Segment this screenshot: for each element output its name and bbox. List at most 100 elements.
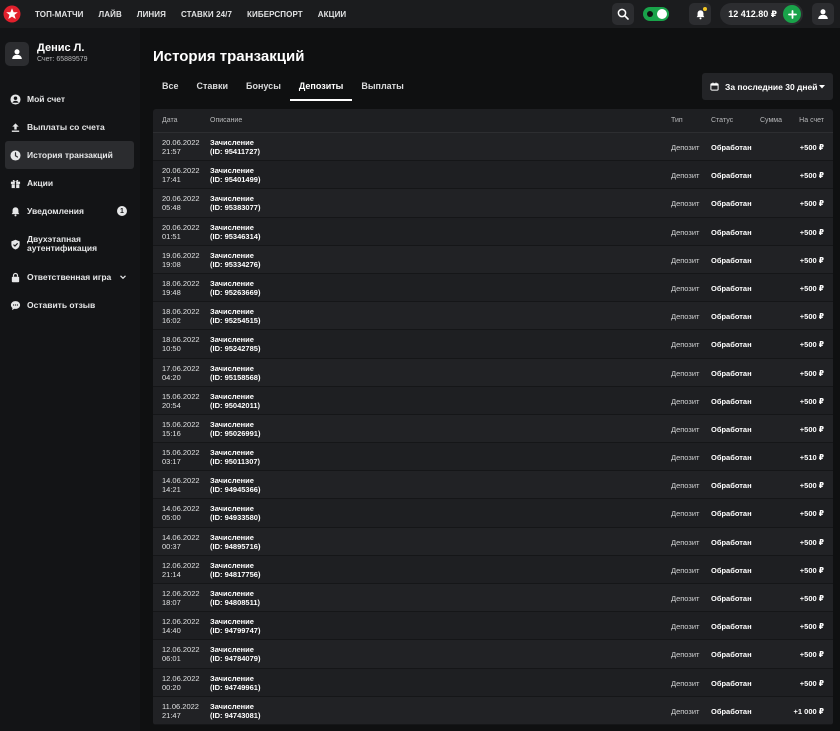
row-description-title: Зачисление	[210, 363, 254, 373]
row-amount: +500 ₽	[799, 143, 824, 152]
row-date: 18.06.2022 10:50	[162, 335, 200, 353]
fonbet-logo-icon[interactable]	[1, 3, 23, 25]
lock-icon	[10, 272, 21, 283]
sidebar-item-notifications[interactable]: Уведомления 1	[5, 197, 134, 225]
row-status: Обработан	[711, 565, 752, 575]
notifications-button[interactable]	[689, 3, 712, 25]
profile-button[interactable]	[812, 3, 834, 25]
row-date-day: 11.06.2022	[162, 701, 199, 711]
table-row[interactable]: 20.06.2022 17:41 Зачисление (ID: 95401499) Д…	[153, 161, 833, 190]
table-row[interactable]: 12.06.2022 00:20 Зачисление (ID: 94749961) Д…	[153, 668, 833, 697]
row-date-day: 12.06.2022	[162, 617, 200, 627]
table-row[interactable]: 15.06.2022 20:54 Зачисление (ID: 95042011) Д…	[153, 386, 833, 415]
sidebar-item-leave-feedback[interactable]: Оставить отзыв	[5, 291, 134, 319]
row-date-time: 21:47	[162, 710, 181, 720]
gift-icon	[10, 178, 21, 189]
row-transaction-id: (ID: 95042011)	[210, 400, 261, 410]
table-row[interactable]: 15.06.2022 03:17 Зачисление (ID: 95011307) Д…	[153, 443, 833, 472]
row-amount: +500 ₽	[799, 622, 824, 632]
table-row[interactable]: 18.06.2022 10:50 Зачисление (ID: 95242785) Д…	[153, 330, 833, 359]
table-row[interactable]: 15.06.2022 15:16 Зачисление (ID: 95026991) Д…	[153, 414, 833, 444]
row-description: Зачисление (ID: 95411727)	[210, 138, 260, 156]
avatar[interactable]	[5, 42, 29, 66]
row-date-day: 12.06.2022	[162, 560, 200, 570]
table-row[interactable]: 17.06.2022 04:20 Зачисление (ID: 95158568) Д…	[153, 358, 833, 387]
table-row[interactable]: 12.06.2022 21:14 Зачисление (ID: 94817756) Д…	[153, 555, 833, 584]
row-date: 14.06.2022 00:37	[162, 533, 200, 551]
nav-top-matches[interactable]: ТОП-МАТЧИ	[35, 10, 84, 19]
tab-payouts[interactable]: Выплаты	[352, 74, 412, 101]
row-date-day: 15.06.2022	[162, 419, 200, 429]
sidebar-item-two-factor-auth[interactable]: Двухэтапная аутентификация	[5, 225, 134, 263]
row-description-title: Зачисление	[210, 673, 254, 683]
sidebar-item-label: Ответственная игра	[27, 271, 112, 282]
main-content: История транзакций Все Ставки Бонусы Деп…	[140, 28, 840, 731]
row-description: Зачисление (ID: 95334276)	[210, 251, 260, 269]
table-row[interactable]: 12.06.2022 14:40 Зачисление (ID: 94799747) Д…	[153, 612, 833, 641]
row-transaction-id: (ID: 95401499)	[210, 175, 261, 185]
table-body: 20.06.2022 21:57 Зачисление (ID: 95411727) Д…	[153, 133, 833, 725]
row-description-title: Зачисление	[210, 250, 254, 260]
table-row[interactable]: 14.06.2022 14:21 Зачисление (ID: 94945366) Д…	[153, 471, 833, 500]
row-amount: +500 ₽	[799, 227, 824, 237]
row-date: 18.06.2022 16:02	[162, 307, 200, 325]
table-row[interactable]: 18.06.2022 19:48 Зачисление (ID: 95263669) Д…	[153, 273, 833, 303]
row-status: Обработан	[711, 143, 752, 152]
notifications-count-badge: 1	[117, 206, 127, 216]
table-row[interactable]: 11.06.2022 21:47 Зачисление (ID: 94743081) Д…	[153, 696, 833, 725]
row-date-day: 18.06.2022	[162, 278, 200, 288]
row-description: Зачисление (ID: 94743081)	[210, 702, 260, 720]
period-select[interactable]: За последние 30 дней	[702, 73, 833, 100]
sidebar-item-label: История транзакций	[27, 149, 113, 160]
table-row[interactable]: 12.06.2022 06:01 Зачисление (ID: 94784079) Д…	[153, 640, 833, 669]
row-type: Депозит	[671, 678, 700, 688]
row-amount: +500 ₽	[799, 650, 824, 660]
row-description-title: Зачисление	[210, 419, 254, 429]
row-status: Обработан	[711, 706, 752, 716]
table-row[interactable]: 19.06.2022 19:08 Зачисление (ID: 95334276) Д…	[153, 245, 833, 274]
row-description-title: Зачисление	[210, 222, 254, 232]
column-header-description: Описание	[210, 117, 243, 124]
deposit-button[interactable]	[783, 5, 801, 23]
row-transaction-id: (ID: 95411727)	[210, 147, 261, 156]
search-button[interactable]	[612, 3, 635, 25]
table-row[interactable]: 20.06.2022 05:48 Зачисление (ID: 95383077) Д…	[153, 189, 833, 218]
row-description: Зачисление (ID: 94945366)	[210, 476, 260, 494]
sidebar-item-transaction-history[interactable]: История транзакций	[5, 141, 134, 169]
row-date-day: 20.06.2022	[162, 166, 200, 176]
row-date: 15.06.2022 03:17	[162, 448, 200, 466]
tab-bets[interactable]: Ставки	[188, 74, 237, 101]
row-type: Депозит	[671, 650, 700, 660]
row-status: Обработан	[711, 340, 752, 350]
row-description: Зачисление (ID: 95042011)	[210, 392, 260, 410]
sidebar-item-withdrawals[interactable]: Выплаты со счета	[5, 113, 134, 141]
row-amount: +500 ₽	[799, 199, 824, 209]
table-row[interactable]: 14.06.2022 00:37 Зачисление (ID: 94895716) Д…	[153, 527, 833, 556]
row-description: Зачисление (ID: 95383077)	[210, 194, 260, 212]
table-row[interactable]: 20.06.2022 01:51 Зачисление (ID: 95346314) Д…	[153, 217, 833, 246]
nav-bets-24-7[interactable]: СТАВКИ 24/7	[181, 10, 232, 19]
row-transaction-id: (ID: 94817756)	[210, 569, 261, 579]
theme-toggle[interactable]	[643, 7, 670, 21]
sidebar-item-promotions[interactable]: Акции	[5, 169, 134, 197]
nav-line[interactable]: ЛИНИЯ	[137, 10, 166, 19]
tab-all[interactable]: Все	[153, 74, 188, 101]
table-row[interactable]: 12.06.2022 18:07 Зачисление (ID: 94808511) Д…	[153, 584, 833, 613]
sidebar-item-my-account[interactable]: Мой счет	[5, 85, 134, 113]
table-row[interactable]: 18.06.2022 16:02 Зачисление (ID: 95254515) Д…	[153, 302, 833, 331]
nav-live[interactable]: ЛАЙВ	[99, 10, 122, 19]
row-type: Депозит	[671, 143, 700, 152]
sidebar-item-responsible-gaming[interactable]: Ответственная игра	[5, 263, 134, 291]
nav-promotions[interactable]: АКЦИИ	[318, 10, 347, 19]
row-date-time: 18:07	[162, 598, 181, 607]
tab-deposits[interactable]: Депозиты	[289, 74, 353, 101]
row-type: Депозит	[671, 199, 700, 209]
row-date-day: 14.06.2022	[162, 504, 200, 514]
row-date-time: 21:57	[162, 147, 181, 156]
balance-widget[interactable]: 12 412.80 ₽	[720, 3, 803, 25]
nav-esports[interactable]: КИБЕРСПОРТ	[247, 10, 303, 19]
row-transaction-id: (ID: 95026991)	[210, 428, 261, 438]
tab-bonuses[interactable]: Бонусы	[237, 74, 290, 101]
table-row[interactable]: 14.06.2022 05:00 Зачисление (ID: 94933580) Д…	[153, 499, 833, 528]
table-row[interactable]: 20.06.2022 21:57 Зачисление (ID: 95411727) Д…	[153, 133, 833, 162]
